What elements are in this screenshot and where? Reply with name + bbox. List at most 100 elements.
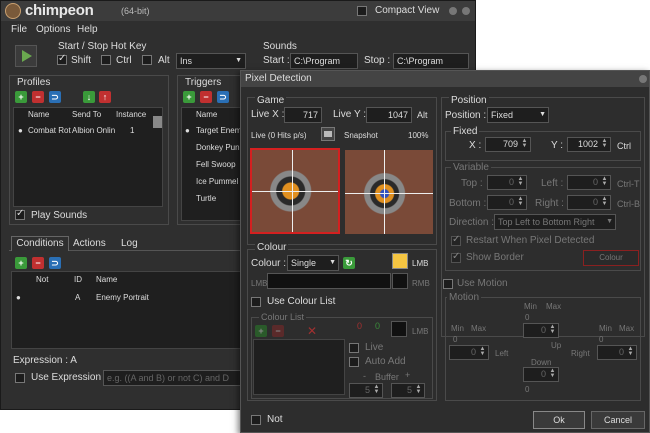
colour-list[interactable] [253,339,345,395]
add-condition-icon[interactable]: + [15,257,27,269]
chevron-down-icon: ▼ [606,218,613,225]
right-stepper[interactable]: 0 ▲ ▼ [567,195,611,210]
down-stepper[interactable]: 0 ▲ ▼ [523,367,559,382]
clear-colours-icon[interactable]: ✕ [307,324,317,338]
live-preview[interactable] [250,148,340,234]
down-value: 0 [540,369,546,379]
snapshot-preview [345,150,433,234]
add-profile-icon[interactable]: + [15,91,27,103]
left-motion-stepper[interactable]: 0 ▲ ▼ [449,345,489,360]
remove-trigger-icon[interactable]: − [200,91,212,103]
colour-bar[interactable] [267,273,391,289]
border-colour-button[interactable]: Colour [583,250,639,266]
start-button[interactable] [15,45,37,67]
position-mode-select[interactable]: Fixed ▼ [487,107,549,123]
stepper-arrows-icon: ▲ ▼ [415,384,422,395]
triggers-list[interactable]: Name ● Target Enem Donkey Punc Fell Swoo… [181,107,245,221]
close-icon[interactable] [639,75,647,83]
remove-profile-icon[interactable]: − [32,91,44,103]
live-y-input[interactable]: 1047 [366,107,412,123]
fixed-x-stepper[interactable]: 709 ▲ ▼ [485,137,531,152]
profiles-scrollbar[interactable] [153,116,162,128]
snapshot-button[interactable] [321,127,335,141]
live-checkbox[interactable] [349,343,359,353]
trigger-item[interactable]: Donkey Punc [196,143,244,152]
compact-view-checkbox[interactable] [357,6,367,16]
auto-add-checkbox[interactable] [349,357,359,367]
use-motion-checkbox[interactable] [443,279,453,289]
fixed-ctrl-label: Ctrl [617,141,631,151]
lmb-swatch[interactable] [392,253,408,269]
sound-stop-input[interactable]: C:\Program [393,53,469,69]
edit-profile-icon[interactable]: ⊃ [49,91,61,103]
sounds-title: Sounds [263,41,297,52]
tab-log[interactable]: Log [121,238,138,249]
conditions-list[interactable]: Not ID Name ● A Enemy Portrait [11,271,245,349]
not-checkbox[interactable] [251,415,261,425]
buffer-label: Buffer [375,372,399,382]
add-colour-icon[interactable]: + [255,325,267,337]
colour-count-a: 0 [357,321,363,331]
col-name: Name [28,110,50,119]
bottom-stepper[interactable]: 0 ▲ ▼ [487,195,527,210]
direction-select[interactable]: Top Left to Bottom Right ▼ [494,214,616,230]
fixed-y-stepper[interactable]: 1002 ▲ ▼ [567,137,611,152]
use-colour-list-checkbox[interactable] [251,297,261,307]
cancel-button[interactable]: Cancel [591,411,645,429]
buffer-min-stepper[interactable]: 5 ▲ ▼ [349,383,383,398]
play-sounds-checkbox[interactable] [15,210,25,220]
sound-start-input[interactable]: C:\Program [290,53,358,69]
shift-checkbox[interactable] [57,55,67,65]
profiles-list[interactable]: Name Send To Instance ● Combat Rot Albio… [13,107,163,207]
condition-name[interactable]: Enemy Portrait [96,293,149,302]
direction-label: Direction : [449,217,495,228]
profile-name[interactable]: Combat Rot [28,126,71,135]
trigger-item[interactable]: Ice Pummel [196,177,238,186]
right-min-label: Min [599,324,612,333]
add-trigger-icon[interactable]: + [183,91,195,103]
use-colour-list-label: Use Colour List [267,296,336,307]
expression-input[interactable]: e.g. ((A and B) or not C) and D [103,370,245,386]
remove-colour-icon[interactable]: − [272,325,284,337]
trigger-item[interactable]: Target Enem [196,126,241,135]
hotkey-select[interactable]: Ins ▼ [176,53,246,69]
remove-condition-icon[interactable]: − [32,257,44,269]
rmb-swatch[interactable] [392,273,408,289]
use-expression-checkbox[interactable] [15,373,25,383]
menu-file[interactable]: File [11,24,27,35]
sound-start-label: Start : [263,55,290,66]
ok-button[interactable]: Ok [533,411,585,429]
up-stepper[interactable]: 0 ▲ ▼ [523,323,559,338]
trigger-item[interactable]: Turtle [196,194,216,203]
colour-mode-label: Colour : [251,258,287,269]
right-motion-value: 0 [618,347,624,357]
left-stepper[interactable]: 0 ▲ ▼ [567,175,611,190]
show-border-checkbox[interactable] [451,253,461,263]
export-profile-icon[interactable]: ↑ [99,91,111,103]
menu-help[interactable]: Help [77,24,98,35]
tab-actions[interactable]: Actions [73,238,106,249]
condition-id: A [75,293,81,302]
up-max-label: Max [546,302,562,311]
refresh-icon[interactable]: ↻ [343,257,355,269]
alt-hotkey-label: Alt [417,110,428,120]
edit-trigger-icon[interactable]: ⊃ [217,91,229,103]
triggers-title: Triggers [185,77,222,88]
crosshair-h [345,193,433,194]
stepper-arrows-icon: ▲ ▼ [601,176,608,187]
buffer-max-stepper[interactable]: 5 ▲ ▼ [391,383,425,398]
top-stepper[interactable]: 0 ▲ ▼ [487,175,527,190]
alt-checkbox[interactable] [142,55,152,65]
trigger-item[interactable]: Fell Swoop [196,160,236,169]
colour-mode-select[interactable]: Single ▼ [287,255,339,271]
menu-options[interactable]: Options [36,24,70,35]
right-motion-stepper[interactable]: 0 ▲ ▼ [597,345,637,360]
import-profile-icon[interactable]: ↓ [83,91,95,103]
close-icon[interactable] [462,7,470,15]
tab-conditions[interactable]: Conditions [11,236,69,251]
minimize-icon[interactable] [449,7,457,15]
ctrl-checkbox[interactable] [101,55,111,65]
edit-condition-icon[interactable]: ⊃ [49,257,61,269]
restart-checkbox[interactable] [451,236,461,246]
live-x-input[interactable]: 717 [284,107,322,123]
